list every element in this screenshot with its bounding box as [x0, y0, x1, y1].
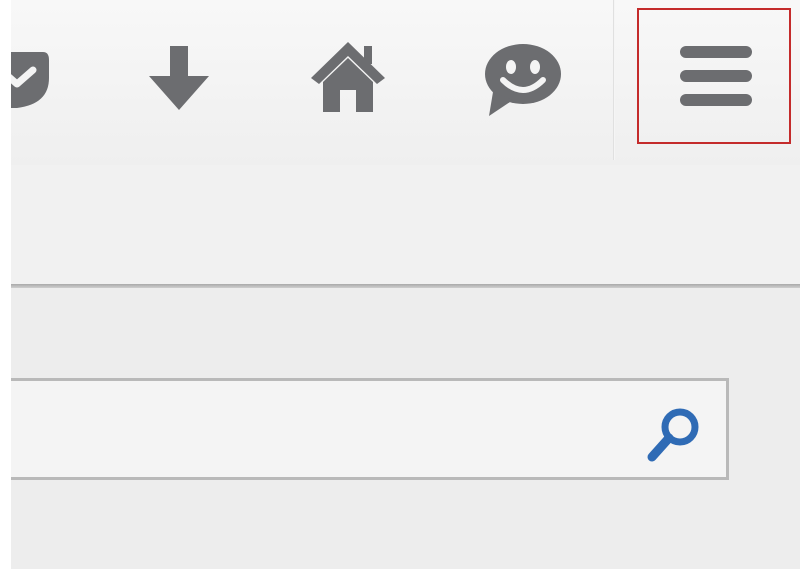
home-button[interactable]: [309, 38, 387, 116]
navigation-toolbar: [11, 0, 800, 165]
magnifier-icon: [642, 408, 706, 469]
search-button[interactable]: [642, 403, 706, 465]
chat-button[interactable]: [479, 40, 565, 118]
page-content: [11, 288, 800, 569]
browser-window: [11, 0, 800, 569]
search-box[interactable]: [11, 378, 729, 480]
speech-bubble-smiley-icon: [479, 40, 565, 118]
home-icon: [309, 38, 387, 116]
open-menu-button[interactable]: [637, 8, 791, 144]
download-button[interactable]: [143, 42, 215, 114]
pocket-icon: [11, 42, 53, 114]
pocket-button[interactable]: [11, 42, 53, 114]
toolbar-separator: [613, 0, 615, 160]
search-input[interactable]: [24, 409, 624, 449]
download-arrow-icon: [143, 42, 215, 114]
